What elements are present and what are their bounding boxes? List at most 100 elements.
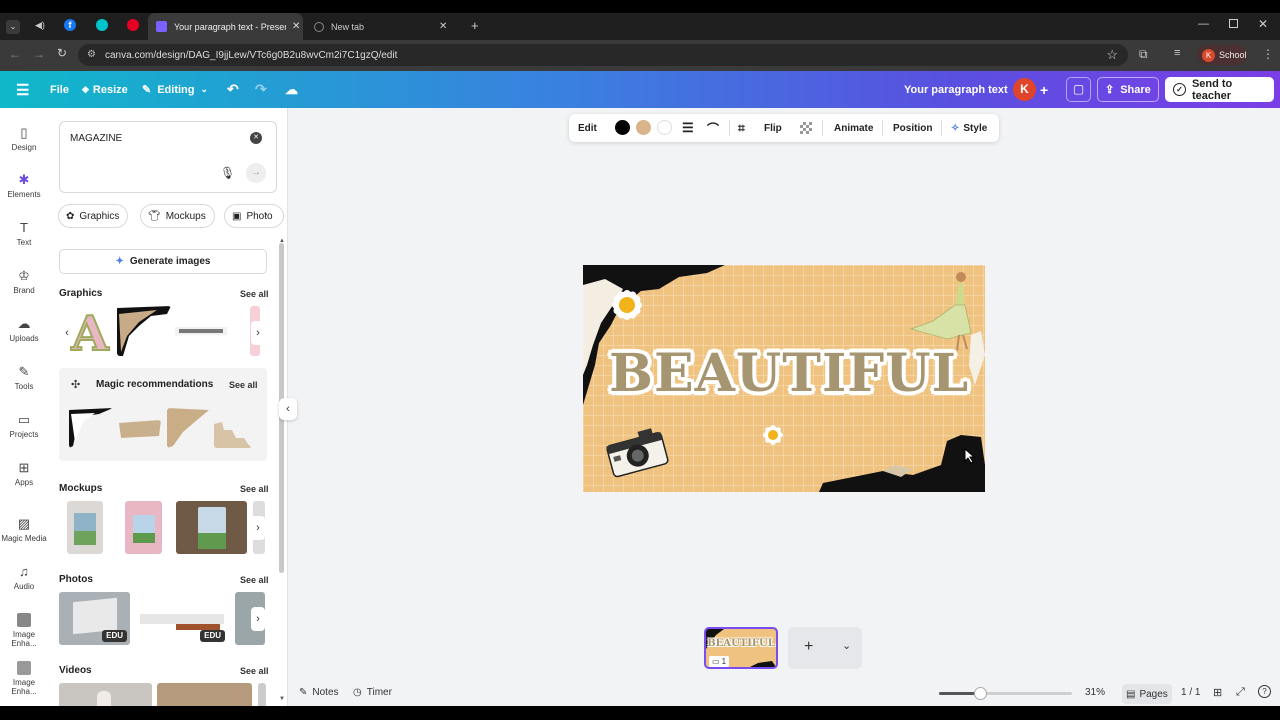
crop-icon[interactable]: ⌗ <box>738 114 745 142</box>
tab-new[interactable]: New tab ✕ <box>308 13 463 40</box>
profile-chip[interactable]: K School <box>1197 45 1247 65</box>
graphic-thumb-text-strip[interactable] <box>173 316 229 346</box>
tab-presentation[interactable]: Your paragraph text - Presentati ✕ <box>148 13 303 40</box>
redo-icon[interactable]: ↷ <box>255 71 267 108</box>
photo-thumb-2[interactable]: EDU <box>136 592 228 645</box>
media-controls-icon[interactable]: ≡ <box>1174 47 1180 59</box>
color-swatch-white[interactable] <box>657 120 672 135</box>
magic-thumb-2[interactable] <box>119 420 161 438</box>
zoom-level[interactable]: 31% <box>1085 687 1105 698</box>
graphic-thumb-torn-paper[interactable] <box>117 306 171 356</box>
videos-see-all[interactable]: See all <box>240 666 269 676</box>
close-tab-icon[interactable]: ✕ <box>439 21 447 32</box>
comment-icon[interactable]: ▢ <box>1066 77 1091 102</box>
color-swatch-tan[interactable] <box>636 120 651 135</box>
mockup-thumb-1[interactable] <box>67 501 103 554</box>
scroll-up-icon[interactable]: ▲ <box>279 238 285 244</box>
style-button[interactable]: ✧ Style <box>951 114 987 142</box>
rail-apps[interactable]: ⊞ Apps <box>0 461 48 488</box>
fullscreen-icon[interactable]: ⤢ <box>1236 686 1245 699</box>
magic-thumb-1[interactable] <box>69 408 113 448</box>
extensions-icon[interactable]: ⧉ <box>1139 47 1148 62</box>
pinterest-icon[interactable] <box>127 19 139 31</box>
submit-search-icon[interactable]: → <box>246 163 266 183</box>
site-info-icon[interactable]: ⚙ <box>87 49 96 60</box>
add-collaborator-icon[interactable]: + <box>1040 71 1048 108</box>
user-avatar[interactable]: K <box>1013 78 1036 101</box>
close-tab-icon[interactable]: ✕ <box>292 21 300 32</box>
editing-mode-button[interactable]: ✎ Editing ⌄ <box>142 71 208 108</box>
cloud-save-icon[interactable]: ☁ <box>285 71 298 108</box>
browser-menu-icon[interactable]: ⋮ <box>1262 47 1274 61</box>
headline-text[interactable]: BEAUTIFUL <box>609 343 968 404</box>
search-input[interactable]: MAGAZINE ✕ 🎙︎ → <box>59 121 277 193</box>
graphics-scroll-left-icon[interactable]: ‹ <box>60 321 74 345</box>
rail-brand[interactable]: ♔ Brand <box>0 269 48 296</box>
forward-icon[interactable]: → <box>33 47 45 61</box>
add-page-icon[interactable]: + <box>804 638 813 656</box>
graphic-thumb-letter-a[interactable]: A <box>68 306 113 356</box>
zoom-slider[interactable] <box>939 687 1072 700</box>
tab-search-icon[interactable]: ⌄ <box>6 20 20 34</box>
generate-images-button[interactable]: ✦ Generate images <box>59 249 267 274</box>
collapse-panel-icon[interactable]: ‹ <box>279 398 297 420</box>
notes-button[interactable]: ✎ Notes <box>299 687 339 698</box>
url-field[interactable]: ⚙ canva.com/design/DAG_I9jjLew/VTc6g0B2u… <box>78 44 1128 66</box>
resize-button[interactable]: ◈ Resize <box>82 71 128 108</box>
graphics-scroll-right-icon[interactable]: › <box>251 321 265 345</box>
mockups-see-all[interactable]: See all <box>240 484 269 494</box>
add-page-options-icon[interactable]: ⌄ <box>842 639 851 652</box>
corner-rounding-icon[interactable]: ⌒ <box>707 114 719 142</box>
document-title[interactable]: Your paragraph text <box>904 71 1008 108</box>
share-button[interactable]: ⇪ Share <box>1097 77 1159 102</box>
new-tab-icon[interactable]: + <box>471 18 479 33</box>
bookmark-star-icon[interactable]: ☆ <box>1106 47 1118 63</box>
magic-thumb-3[interactable] <box>167 408 209 448</box>
grid-view-icon[interactable]: ⊞ <box>1213 686 1222 699</box>
photos-scroll-right-icon[interactable]: › <box>251 607 265 631</box>
photos-see-all[interactable]: See all <box>240 575 269 585</box>
rail-uploads[interactable]: ☁ Uploads <box>0 317 48 344</box>
rail-image-enhance-1[interactable]: Image Enha... <box>0 613 48 648</box>
rail-elements[interactable]: ✱ Elements <box>0 173 48 200</box>
chip-graphics[interactable]: ✿ Graphics <box>58 204 129 228</box>
canva-pinned-icon[interactable] <box>96 19 108 31</box>
border-style-icon[interactable]: ☰ <box>682 114 694 142</box>
chip-photos[interactable]: ▣ Photo <box>224 204 284 228</box>
speaker-icon[interactable]: ◀) <box>35 20 45 31</box>
mockup-thumb-3[interactable] <box>176 501 247 554</box>
help-icon[interactable]: ? <box>1258 685 1271 698</box>
microphone-icon[interactable]: 🎙︎ <box>220 166 235 180</box>
chip-mockups[interactable]: 👕︎ Mockups <box>140 204 215 228</box>
timer-button[interactable]: ◷ Timer <box>353 687 392 698</box>
minimize-icon[interactable]: — <box>1198 18 1209 30</box>
rail-projects[interactable]: ▭ Projects <box>0 413 48 440</box>
rail-audio[interactable]: ♫ Audio <box>0 565 48 592</box>
rail-design[interactable]: ▯ Design <box>0 126 48 153</box>
clear-search-icon[interactable]: ✕ <box>250 132 262 144</box>
transparency-icon[interactable] <box>800 122 812 134</box>
edit-button[interactable]: Edit <box>578 114 597 142</box>
file-menu-button[interactable]: File <box>50 71 69 108</box>
mockups-scroll-right-icon[interactable]: › <box>251 516 265 540</box>
rail-image-enhance-2[interactable]: Image Enha... <box>0 661 48 696</box>
color-swatch-black[interactable] <box>615 120 630 135</box>
magic-thumb-4[interactable] <box>214 418 252 448</box>
back-icon[interactable]: ← <box>9 47 21 61</box>
flip-button[interactable]: Flip <box>764 114 782 142</box>
send-to-teacher-button[interactable]: ✓ Send to teacher <box>1165 77 1274 102</box>
page-thumbnail-1[interactable]: BEAUTIFUL ▭ 1 <box>704 627 778 669</box>
scroll-down-icon[interactable]: ▼ <box>279 696 285 702</box>
undo-icon[interactable]: ↶ <box>227 71 239 108</box>
facebook-icon[interactable]: f <box>64 19 76 31</box>
chips-scroll-right-icon[interactable]: › <box>264 209 267 220</box>
rail-tools[interactable]: ✎ Tools <box>0 365 48 392</box>
zoom-slider-handle[interactable] <box>974 687 987 700</box>
magic-see-all[interactable]: See all <box>229 380 258 390</box>
pages-button[interactable]: ▤ Pages <box>1122 684 1172 704</box>
design-page[interactable]: BEAUTIFUL <box>583 265 985 492</box>
photo-thumb-1[interactable]: EDU <box>59 592 130 645</box>
mockup-thumb-2[interactable] <box>125 501 162 554</box>
position-button[interactable]: Position <box>893 114 932 142</box>
maximize-icon[interactable] <box>1229 19 1238 28</box>
